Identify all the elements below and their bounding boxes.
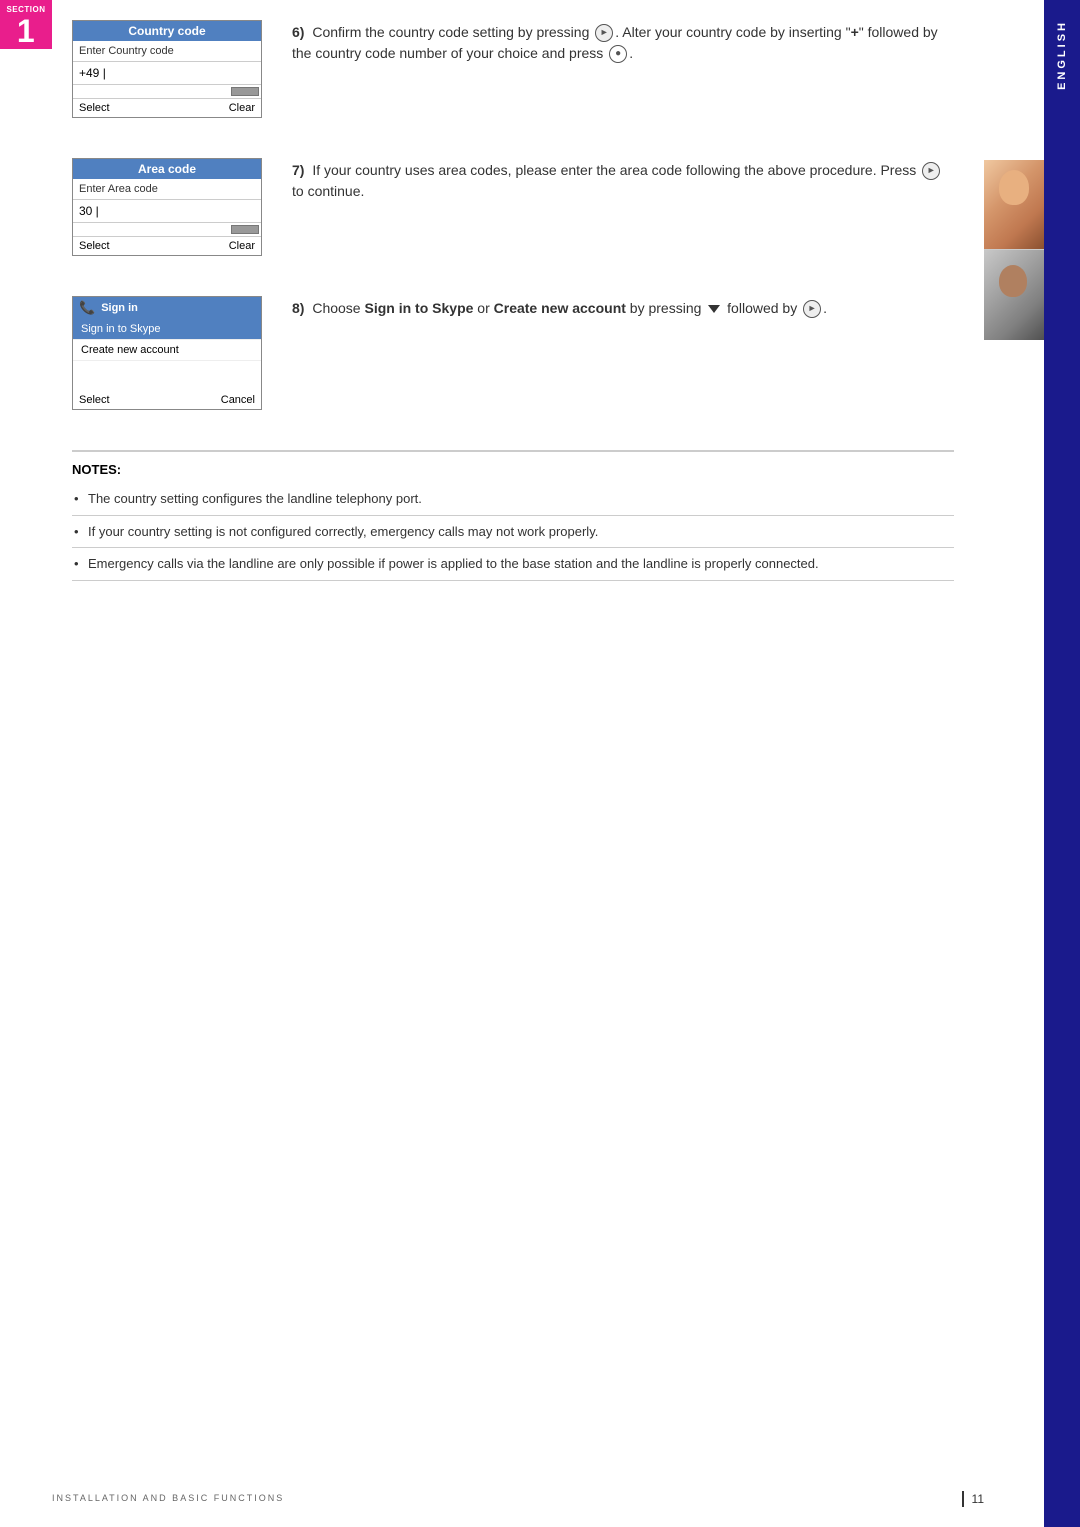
screen6-input-value: +49 |: [79, 66, 255, 80]
section-tab: SECTION 1: [0, 0, 52, 49]
screen6-btn-row: Select Clear: [73, 99, 261, 117]
screen7-select-btn[interactable]: Select: [79, 240, 110, 252]
screen7-input-row: 30 |: [73, 200, 261, 223]
step-6-number: 6): [292, 24, 304, 40]
screen7-btn-row: Select Clear: [73, 237, 261, 255]
screen8-spacer: [73, 361, 261, 391]
device-screen-step8: 📞 Sign in Sign in to Skype Create new ac…: [72, 296, 262, 410]
screen6-select-btn[interactable]: Select: [79, 102, 110, 114]
phone-icon: 📞: [79, 300, 95, 316]
step-8-text: 8) Choose Sign in to Skype or Create new…: [292, 296, 954, 319]
footer-divider: [962, 1491, 964, 1507]
screen7-clear-btn[interactable]: Clear: [229, 240, 255, 252]
down-arrow-icon: [708, 305, 720, 313]
screen6-scrollbar-row: [73, 85, 261, 99]
screen7-title: Area code: [73, 159, 261, 179]
screen8-select-btn[interactable]: Select: [79, 394, 110, 406]
section-number: 1: [2, 15, 50, 47]
screen8-menu-item-1[interactable]: Create new account: [73, 340, 261, 361]
main-content: Country code Enter Country code +49 | Se…: [52, 0, 984, 621]
footer-page-number: 11: [962, 1490, 984, 1507]
nav-btn-7: ►: [922, 162, 940, 180]
step-7-text: 7) If your country uses area codes, plea…: [292, 158, 954, 202]
screen6-subtitle: Enter Country code: [73, 41, 261, 62]
notes-title: NOTES:: [72, 452, 954, 483]
nav-btn-8: ►: [803, 300, 821, 318]
device-screen-step6: Country code Enter Country code +49 | Se…: [72, 20, 262, 118]
note-item-2: Emergency calls via the landline are onl…: [72, 548, 954, 581]
screen6-title: Country code: [73, 21, 261, 41]
screen8-title: 📞 Sign in: [73, 297, 261, 319]
screen6-clear-btn[interactable]: Clear: [229, 102, 255, 114]
footer-left-text: INSTALLATION AND BASIC FUNCTIONS: [52, 1493, 284, 1503]
device-screen-step7: Area code Enter Area code 30 | Select Cl…: [72, 158, 262, 256]
step-7-number: 7): [292, 162, 304, 178]
right-sidebar: ENGLISH: [1044, 0, 1080, 1527]
step-8-number: 8): [292, 300, 304, 316]
screen7-scrollbar: [231, 225, 259, 234]
screen8-menu-item-0[interactable]: Sign in to Skype: [73, 319, 261, 340]
sidebar-vertical-text: ENGLISH: [1056, 20, 1068, 90]
step-7-row: Area code Enter Area code 30 | Select Cl…: [72, 158, 954, 256]
notes-list: The country setting configures the landl…: [72, 483, 954, 581]
screen7-scrollbar-row: [73, 223, 261, 237]
screen7-subtitle: Enter Area code: [73, 179, 261, 200]
sidebar-photos: [984, 160, 1044, 340]
screen6-scrollbar: [231, 87, 259, 96]
screen6-input-row: +49 |: [73, 62, 261, 85]
note-item-1: If your country setting is not configure…: [72, 516, 954, 549]
footer-page-number-text: 11: [972, 1492, 984, 1506]
circle-btn-6: ●: [609, 45, 627, 63]
note-item-0: The country setting configures the landl…: [72, 483, 954, 516]
step-6-row: Country code Enter Country code +49 | Se…: [72, 20, 954, 118]
notes-section: NOTES: The country setting configures th…: [72, 450, 954, 581]
screen8-btn-row: Select Cancel: [73, 391, 261, 409]
step-8-row: 📞 Sign in Sign in to Skype Create new ac…: [72, 296, 954, 410]
sidebar-photo-bottom: [984, 250, 1044, 340]
nav-btn-6a: ►: [595, 24, 613, 42]
screen7-input-value: 30 |: [79, 204, 255, 218]
step-6-text: 6) Confirm the country code setting by p…: [292, 20, 954, 64]
screen8-title-text: Sign in: [101, 302, 138, 314]
sidebar-photo-top: [984, 160, 1044, 250]
screen8-cancel-btn[interactable]: Cancel: [221, 394, 255, 406]
page-footer: INSTALLATION AND BASIC FUNCTIONS 11: [52, 1490, 984, 1507]
